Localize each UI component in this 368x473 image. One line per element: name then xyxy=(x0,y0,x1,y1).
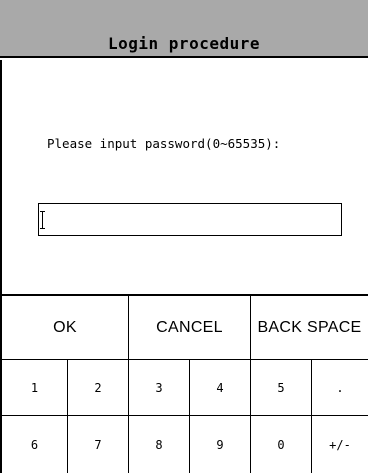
key-4-button[interactable]: 4 xyxy=(190,360,251,416)
key-7-button[interactable]: 7 xyxy=(68,416,129,473)
key-0-button[interactable]: 0 xyxy=(251,416,312,473)
cancel-button[interactable]: CANCEL xyxy=(129,296,251,360)
key-1-button[interactable]: 1 xyxy=(2,360,68,416)
title-bar: Login procedure xyxy=(0,0,368,58)
dialog-content: Please input password(0~65535): xyxy=(0,60,368,294)
ok-button[interactable]: OK xyxy=(2,296,129,360)
keypad: OK CANCEL BACK SPACE 1 2 3 4 5 . 6 7 8 9… xyxy=(0,294,368,473)
key-9-button[interactable]: 9 xyxy=(190,416,251,473)
sign-toggle-button[interactable]: +/- xyxy=(312,416,368,473)
back-space-button[interactable]: BACK SPACE xyxy=(251,296,368,360)
key-5-button[interactable]: 5 xyxy=(251,360,312,416)
key-2-button[interactable]: 2 xyxy=(68,360,129,416)
password-prompt: Please input password(0~65535): xyxy=(47,136,281,151)
dialog-title: Login procedure xyxy=(108,34,260,53)
login-dialog: Login procedure Please input password(0~… xyxy=(0,0,368,473)
decimal-point-button[interactable]: . xyxy=(312,360,368,416)
key-3-button[interactable]: 3 xyxy=(129,360,190,416)
key-6-button[interactable]: 6 xyxy=(2,416,68,473)
password-input[interactable] xyxy=(38,203,342,236)
key-8-button[interactable]: 8 xyxy=(129,416,190,473)
text-cursor-icon xyxy=(40,210,45,229)
